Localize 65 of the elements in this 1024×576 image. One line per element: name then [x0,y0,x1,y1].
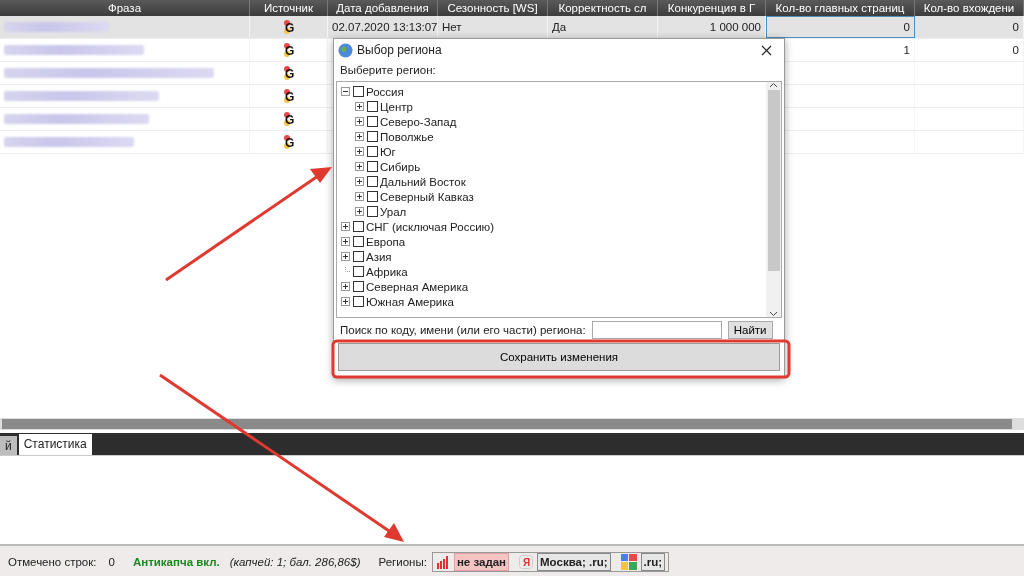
chevron-up-icon [769,82,778,88]
tree-item[interactable]: Южная Америка [366,295,454,308]
checkbox[interactable] [353,266,364,277]
checkbox[interactable] [353,296,364,307]
table-row[interactable]: G 02.07.2020 13:13:07 Нет Да 1 000 000 0 0 [0,16,1024,39]
checkbox[interactable] [367,146,378,157]
chevron-down-icon [769,311,778,317]
marked-rows-count: 0 [108,556,115,568]
search-label: Поиск по коду, имени (или его части) региона: [340,324,586,336]
globe-icon [338,42,353,58]
tree-item[interactable]: Сибирь [380,160,421,173]
vertical-scrollbar[interactable] [766,82,781,317]
signal-bars-icon [435,555,450,569]
tree-item[interactable]: Центр [380,100,413,113]
tree-item[interactable]: Северо-Запад [380,115,457,128]
checkbox[interactable] [353,221,364,232]
tree-item[interactable]: Урал [380,205,407,218]
anticaptcha-status: Антикапча вкл. [132,556,220,568]
close-icon [761,44,772,56]
tree-item[interactable]: Россия [366,85,404,98]
tab[interactable]: й [0,436,17,455]
checkbox[interactable] [367,161,378,172]
checkbox[interactable] [367,191,378,202]
search-field[interactable] [591,321,722,339]
table-cell-text: 1 [903,43,910,58]
scrollbar-thumb[interactable] [2,419,1012,429]
table-cell-text: 0 [1012,43,1019,58]
tree-item[interactable]: Юг [380,145,396,158]
regions-label: Регионы: [378,556,427,568]
tree-item[interactable]: Северный Кавказ [380,190,474,203]
tree-item[interactable]: Дальний Восток [380,175,466,188]
find-button[interactable]: Найти [727,321,773,339]
prompt-label: Выберите регион: [339,63,437,78]
checkbox[interactable] [353,236,364,247]
save-button[interactable]: Сохранить изменения [338,343,780,371]
table-cell-text: 0 [903,20,910,35]
marked-rows-label: Отмечено строк: [8,556,97,568]
checkbox[interactable] [367,176,378,187]
checkbox[interactable] [353,281,364,292]
region-tag[interactable]: Москва; .ru; [537,553,611,571]
column-header[interactable]: Кол-во главных страниц [766,0,915,16]
colored-blocks-icon [620,554,637,570]
tree-item[interactable]: Азия [366,250,392,263]
tree-item[interactable]: Северная Америка [366,280,469,293]
tree-item[interactable]: Африка [366,265,408,278]
tab[interactable]: Статистика [18,434,92,455]
table-cell-text: 0 [1012,20,1019,35]
anticaptcha-details: (капчей: 1; бал. 286,86$) [229,556,361,568]
tree-item[interactable]: Поволжье [380,130,434,143]
tree-item[interactable]: СНГ (исключая Россию) [366,220,495,233]
table-cell-text: 1 000 000 [709,20,761,35]
region-tag[interactable]: не задан [453,553,510,571]
table-cell-text: Нет [442,20,462,35]
checkbox[interactable] [367,116,378,127]
dialog-title: Выбор региона [357,43,443,57]
tree-item[interactable]: Европа [366,235,406,248]
table-cell-text: Да [552,20,567,35]
region-tag[interactable]: .ru; [640,553,666,571]
checkbox[interactable] [367,101,378,112]
checkbox[interactable] [367,206,378,217]
table-cell-text: 02.07.2020 13:13:07 [332,20,438,35]
letter-logo-icon: Я [519,555,534,569]
checkbox[interactable] [353,86,364,97]
checkbox[interactable] [367,131,378,142]
checkbox[interactable] [353,251,364,262]
